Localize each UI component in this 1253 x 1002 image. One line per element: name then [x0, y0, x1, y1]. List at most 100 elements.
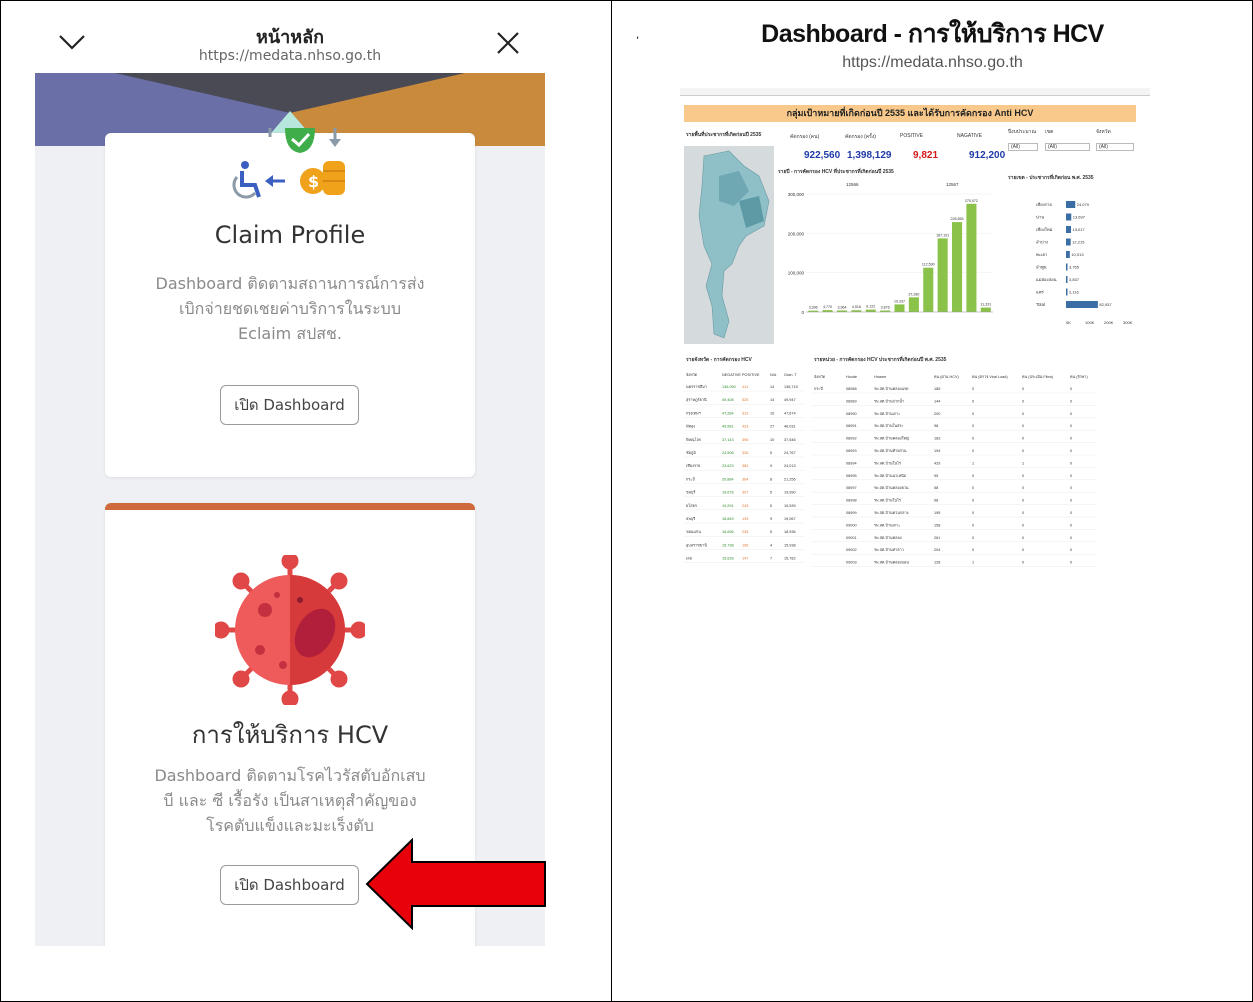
dashboard-screenshot: กลุ่มเป้าหมายที่เกิดก่อนปี 2535 และได้รั…	[680, 88, 1150, 572]
table-cell: 23,623	[722, 464, 734, 468]
table-cell: 7	[770, 557, 772, 561]
thailand-map[interactable]	[684, 146, 774, 344]
table-cell: นครราชสีมา	[686, 384, 707, 389]
table-cell: 326	[742, 451, 748, 455]
dashboard-tab-strip[interactable]	[680, 88, 1150, 96]
hcv-service-description: Dashboard ติดตามโรคไวรัสตับอักเสบ บี และ…	[135, 763, 445, 838]
virus-icon	[215, 555, 365, 705]
table-cell: รพ.สต.บ้านเกาะ	[874, 522, 900, 527]
table-cell: รพ.สต.บ้านคลองบอน	[874, 560, 909, 565]
region-row-label: ลำพูน	[1036, 265, 1047, 271]
region-bar	[1066, 263, 1068, 271]
table-cell: 46,031	[784, 425, 796, 429]
table-cell: 0	[1022, 523, 1024, 527]
open-hcv-dashboard-button[interactable]: เปิด Dashboard	[220, 865, 359, 905]
table-cell: 27	[770, 425, 774, 429]
kpi-label-2: POSITIVE	[900, 133, 924, 139]
table-cell: 0	[972, 387, 974, 391]
table-cell: 243	[742, 504, 748, 508]
table-cell: 0	[1022, 387, 1024, 391]
table-cell: ชัยภูมิ	[686, 450, 696, 455]
dashboard-banner: กลุ่มเป้าหมายที่เกิดก่อนปี 2535 และได้รั…	[684, 105, 1136, 122]
table-cell: 58	[934, 486, 938, 490]
kpi-value-1: 1,398,129	[847, 150, 892, 161]
table-cell: 08994	[846, 461, 857, 465]
table-cell: 18,936	[784, 530, 796, 534]
table-cell: 0	[972, 399, 974, 403]
table-cell: 5	[770, 530, 772, 534]
table-cell: ลพบุรี	[686, 516, 695, 522]
page-title: หน้าหลัก	[255, 27, 325, 48]
table-cell: กระบี่	[814, 386, 823, 391]
region-bar-value: 2,116	[1069, 290, 1079, 295]
table-cell: 0	[1022, 486, 1024, 490]
table-cell: 0	[1022, 474, 1024, 478]
chart-bar	[908, 297, 919, 312]
table-cell: 08988	[846, 387, 857, 391]
table-cell: 08992	[846, 437, 857, 441]
table-cell: 0	[1022, 449, 1024, 453]
table-header: คน (รักษา)	[1070, 375, 1088, 379]
table-cell: 194	[934, 449, 940, 453]
table-cell: 204	[934, 548, 940, 552]
filter-label-1: เขต	[1045, 129, 1054, 135]
page-url: https://medata.nhso.go.th	[198, 48, 382, 64]
table-cell: 5	[770, 451, 772, 455]
table-cell: 8	[770, 477, 772, 481]
region-bar	[1066, 276, 1068, 283]
table-header: คน (ผ่าน HCV)	[934, 375, 959, 379]
chart-bar	[865, 309, 876, 312]
table-cell: 195	[934, 511, 940, 515]
region-bar	[1066, 201, 1076, 208]
chart-bar	[966, 203, 977, 312]
table-cell: 1	[972, 561, 974, 565]
bar-data-label: 3,876	[881, 305, 890, 309]
open-claim-profile-button[interactable]: เปิด Dashboard	[220, 385, 359, 425]
table-cell: 37,143	[722, 438, 734, 442]
table-cell: 0	[1070, 511, 1072, 515]
filter-label-0: ปีงบประมาณ	[1008, 129, 1037, 135]
table-cell: 0	[1022, 412, 1024, 416]
bar-data-label: 275,072	[965, 199, 978, 203]
filter-select[interactable]: (All)	[1096, 143, 1134, 151]
table-header: จังหวัด	[686, 373, 698, 377]
bar-data-label: 187,191	[936, 233, 949, 237]
region-bar-value: 13,017	[1073, 227, 1086, 232]
province-table-title: รายจังหวัด - การคัดกรอง HCV	[686, 357, 752, 363]
table-header: NEGATIVE	[722, 373, 741, 377]
table-cell: 0	[1070, 486, 1072, 490]
region-bar-value: 3,765	[1069, 265, 1080, 270]
province-table: จังหวัด NEGATIVE POSITIVE N/A Gran. T นครราชส…	[684, 373, 804, 563]
region-bar	[1066, 288, 1068, 296]
filter-select[interactable]: (All)	[1045, 143, 1090, 151]
region-row-label: ลำปาง	[1036, 240, 1048, 245]
region-bar	[1066, 238, 1071, 246]
table-cell: 0	[1070, 449, 1072, 453]
close-icon[interactable]	[495, 30, 521, 56]
table-cell: 0	[1022, 548, 1024, 552]
region-bar-value: 10,013	[1071, 252, 1084, 257]
bar-data-label: 228,565	[951, 217, 964, 221]
region-chart-title: รายเขต - ประชากรที่เกิดก่อน พ.ศ. 2535	[1008, 175, 1094, 181]
filter-select[interactable]: (All)	[1008, 143, 1038, 151]
table-cell: 0	[1022, 437, 1024, 441]
table-cell: เชียงราย	[686, 463, 700, 468]
table-cell: 312	[742, 411, 748, 415]
table-cell: 0	[972, 548, 974, 552]
table-cell: รพ.สต.บ้านนาเหนือ	[874, 473, 906, 478]
y-tick-label: 200,000	[788, 231, 805, 236]
table-cell: 0	[1070, 437, 1072, 441]
y-tick-label: 100,000	[788, 271, 805, 276]
desc-line: เบิกจ่ายชดเชยค่าบริการในระบบ	[179, 299, 401, 318]
table-cell: 19,678	[722, 491, 734, 495]
table-cell: 15,738	[722, 543, 734, 547]
table-cell: 5	[770, 504, 772, 508]
kpi-label-3: NAGATIVE	[957, 133, 982, 139]
table-cell: 429	[934, 461, 940, 465]
table-cell: 08990	[846, 412, 857, 416]
table-cell: 158	[934, 523, 940, 527]
table-cell: พิษณุโลก	[686, 437, 702, 443]
svg-text:$: $	[308, 172, 319, 191]
region-axis-tick: 200K	[1104, 320, 1114, 325]
scroll-content[interactable]: $ Claim Profile Dashboard ติดตามสถานการณ…	[35, 73, 545, 946]
